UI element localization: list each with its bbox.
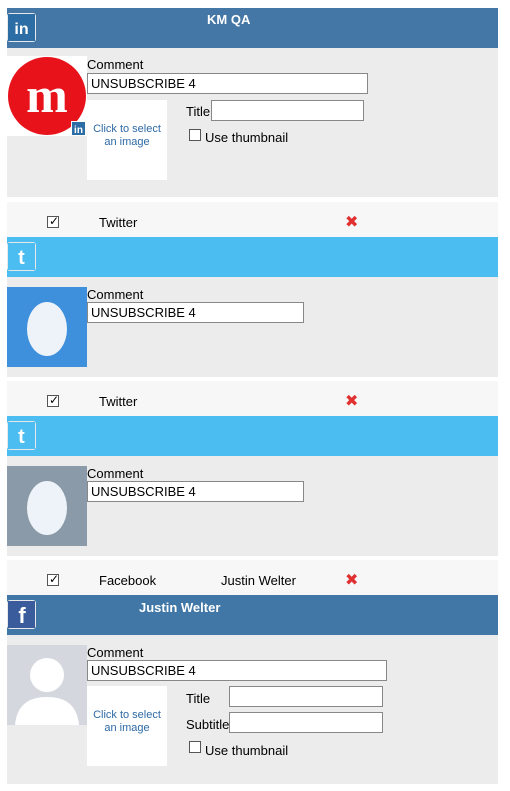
svg-text:t: t [18, 247, 25, 269]
twitter-post-header: t [7, 237, 498, 277]
facebook-post-header: f Justin Welter [7, 595, 498, 635]
facebook-icon[interactable]: f [7, 600, 36, 629]
account-row: Facebook Justin Welter ✖ [7, 560, 498, 600]
title-label: Title [186, 104, 211, 119]
use-thumbnail-label: Use thumbnail [205, 743, 289, 758]
svg-text:f: f [18, 603, 26, 628]
linkedin-post-body: m in Comment UNSUBSCRIBE 4 Click to sele… [7, 48, 498, 197]
remove-x-icon[interactable]: ✖ [345, 393, 358, 409]
account-row: Twitter ✖ [7, 202, 498, 242]
comment-label: Comment [87, 287, 144, 302]
remove-x-icon[interactable]: ✖ [345, 214, 358, 230]
include-account-checkbox[interactable] [47, 393, 59, 407]
remove-x-icon[interactable]: ✖ [345, 572, 358, 588]
comment-input[interactable]: UNSUBSCRIBE 4 [87, 481, 304, 502]
svg-text:m: m [26, 67, 68, 123]
account-row: Twitter ✖ [7, 381, 498, 421]
twitter-post-header: t [7, 416, 498, 456]
comment-input[interactable]: UNSUBSCRIBE 4 [87, 302, 304, 323]
use-thumbnail-checkbox[interactable] [189, 741, 201, 753]
twitter-egg-avatar [7, 287, 87, 367]
twitter-post-body: Comment UNSUBSCRIBE 4 [7, 456, 498, 556]
image-picker[interactable]: Click to select an image [87, 100, 167, 180]
title-label: Title [186, 691, 211, 706]
svg-text:in: in [74, 125, 83, 135]
comment-label: Comment [87, 57, 144, 72]
network-label: Twitter [99, 215, 138, 230]
twitter-icon[interactable]: t [7, 242, 36, 271]
facebook-post-body: Comment UNSUBSCRIBE 4 Click to select an… [7, 635, 498, 784]
use-thumbnail-label: Use thumbnail [205, 130, 289, 145]
header-account-title: KM QA [207, 12, 251, 27]
linkedin-icon[interactable]: in [7, 13, 36, 42]
network-label: Twitter [99, 394, 138, 409]
comment-input[interactable]: UNSUBSCRIBE 4 [87, 73, 368, 94]
linkedin-badge-icon: in [71, 121, 86, 136]
account-name: Justin Welter [221, 573, 296, 588]
facebook-default-avatar [7, 645, 87, 725]
image-picker[interactable]: Click to select an image [87, 686, 167, 766]
title-input[interactable] [229, 686, 383, 707]
svg-text:t: t [18, 426, 25, 448]
twitter-post-body: Comment UNSUBSCRIBE 4 [7, 277, 498, 377]
title-input[interactable] [211, 100, 364, 121]
linkedin-post-header: in KM QA [7, 8, 498, 48]
subtitle-input[interactable] [229, 712, 383, 733]
twitter-egg-avatar [7, 466, 87, 546]
comment-input[interactable]: UNSUBSCRIBE 4 [87, 660, 387, 681]
use-thumbnail-checkbox[interactable] [189, 129, 201, 141]
svg-text:in: in [14, 21, 28, 38]
include-account-checkbox[interactable] [47, 214, 59, 228]
comment-label: Comment [87, 645, 144, 660]
subtitle-label: Subtitle [186, 717, 230, 732]
include-account-checkbox[interactable] [47, 572, 59, 586]
twitter-icon[interactable]: t [7, 421, 36, 450]
comment-label: Comment [87, 466, 144, 481]
network-label: Facebook [99, 573, 157, 588]
header-account-title: Justin Welter [139, 600, 221, 615]
